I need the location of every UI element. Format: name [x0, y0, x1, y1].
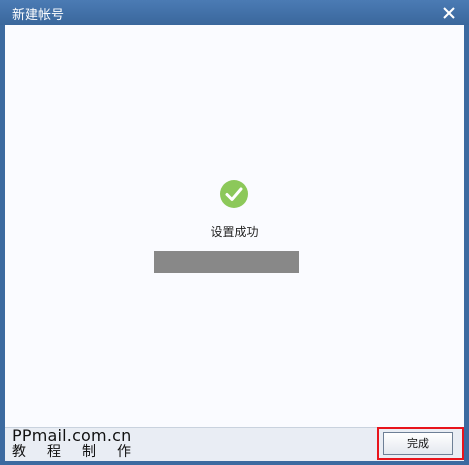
progress-bar	[154, 251, 299, 273]
watermark-domain: PPmail.com.cn	[12, 426, 132, 445]
checkmark-circle-icon	[219, 179, 249, 209]
finish-button[interactable]: 完成	[383, 432, 453, 455]
dialog-window: 新建帐号 设置成功 PPmail.com.cn 教程制作 完成	[0, 0, 469, 465]
title-bar[interactable]: 新建帐号	[0, 0, 469, 25]
window-title: 新建帐号	[12, 8, 65, 23]
watermark-caption: 教程制作	[12, 444, 152, 460]
close-icon[interactable]	[441, 5, 457, 21]
watermark: PPmail.com.cn 教程制作	[12, 426, 152, 460]
status-message: 设置成功	[210, 225, 259, 239]
content-area: 设置成功	[5, 25, 464, 427]
